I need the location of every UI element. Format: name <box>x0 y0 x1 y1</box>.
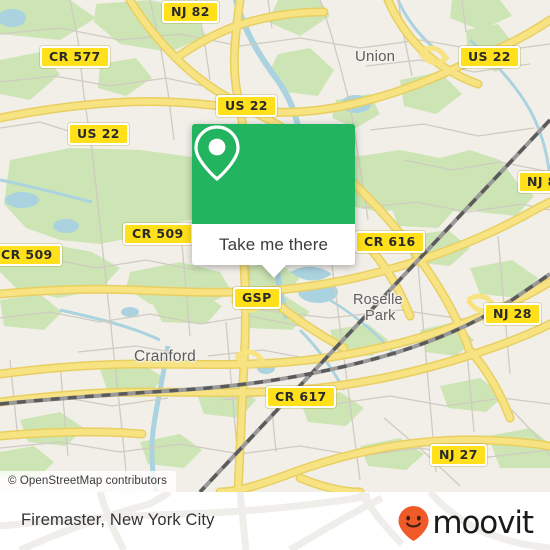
place-label: Cranford <box>134 348 196 365</box>
callout-icon-area <box>192 124 355 224</box>
destination-callout-card[interactable]: Take me there <box>192 124 355 278</box>
take-me-there-label: Take me there <box>218 234 329 254</box>
road-shield: CR 577 <box>40 46 110 68</box>
callout-pointer <box>260 264 287 278</box>
callout-action-area[interactable]: Take me there <box>192 224 355 265</box>
moovit-logo[interactable]: moovit <box>397 505 534 542</box>
page-title: Firemaster, New York City <box>21 511 215 529</box>
road-shield: NJ 82 <box>518 171 550 193</box>
road-shield: US 22 <box>68 123 129 145</box>
road-shield: NJ 82 <box>162 1 219 23</box>
moovit-map-screenshot: NJ 82 CR 577 US 22 US 22 US 22 NJ 82 CR 509 CR … <box>0 0 550 550</box>
footer-bar: Firemaster, New York City moovit <box>0 492 550 550</box>
road-shield: CR 617 <box>266 386 336 408</box>
osm-attribution[interactable]: © OpenStreetMap contributors <box>0 471 176 492</box>
place-label: Park <box>365 308 396 324</box>
road-shield: CR 616 <box>355 231 425 253</box>
map-canvas[interactable]: NJ 82 CR 577 US 22 US 22 US 22 NJ 82 CR 509 CR … <box>0 0 550 492</box>
map-pin-icon <box>194 125 240 181</box>
road-shield: US 22 <box>216 95 277 117</box>
road-shield: US 22 <box>459 46 520 68</box>
moovit-smiley-pin-icon <box>398 506 429 541</box>
moovit-wordmark: moovit <box>432 505 534 541</box>
road-shield: GSP <box>233 287 281 309</box>
road-shield: NJ 28 <box>484 303 541 325</box>
road-shield: CR 509 <box>123 223 193 245</box>
place-label: Union <box>355 48 396 65</box>
road-shield: CR 509 <box>0 244 62 266</box>
road-shield: NJ 27 <box>430 444 487 466</box>
place-label: Roselle <box>353 292 403 308</box>
